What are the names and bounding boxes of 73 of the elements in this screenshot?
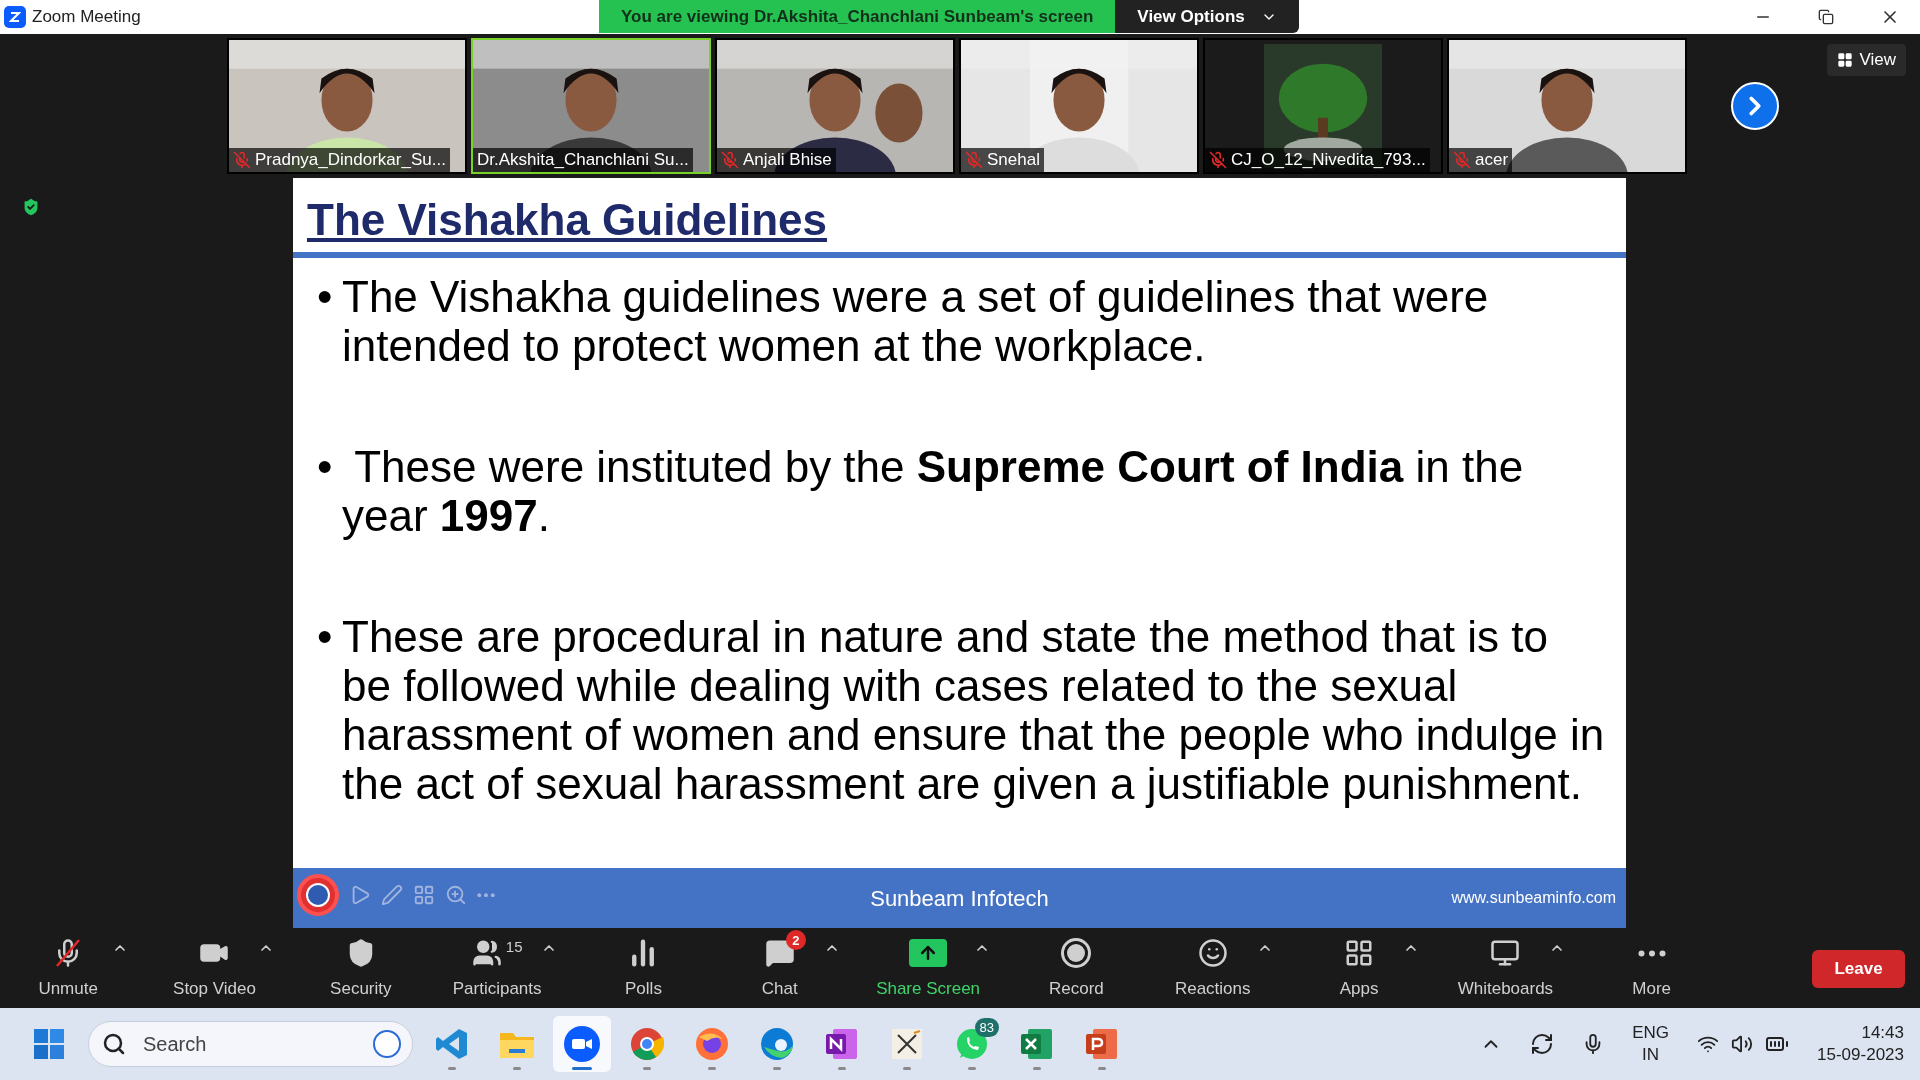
muted-mic-icon bbox=[1453, 151, 1471, 169]
toolbar-button[interactable]: More bbox=[1601, 936, 1702, 1002]
toolbar-button[interactable]: Polls bbox=[593, 936, 694, 1002]
participant-video-tile[interactable]: Snehal bbox=[959, 38, 1199, 174]
whiteboard-icon bbox=[1490, 938, 1521, 969]
more-icon bbox=[477, 892, 495, 898]
restore-icon[interactable] bbox=[1818, 9, 1834, 25]
participant-name: Dr.Akshita_Chanchlani Su... bbox=[477, 149, 689, 172]
record-icon bbox=[1061, 938, 1092, 969]
more-icon bbox=[1637, 949, 1666, 957]
toolbar-button[interactable]: Record bbox=[1026, 936, 1127, 1002]
screen-share-banner: You are viewing Dr.Akshita_Chanchlani Sunbeam's screen bbox=[599, 0, 1116, 33]
notification-badge: 83 bbox=[974, 1018, 999, 1037]
smiley-icon bbox=[1197, 938, 1228, 969]
bullet-marker: • bbox=[317, 612, 334, 663]
notification-badge: 2 bbox=[785, 930, 806, 951]
muted-mic-icon bbox=[1209, 151, 1227, 169]
firefox-app-icon bbox=[695, 1027, 729, 1061]
participant-name: Anjali Bhise bbox=[743, 149, 832, 172]
window-title: Zoom Meeting bbox=[32, 6, 141, 29]
muted-mic-icon bbox=[721, 151, 739, 169]
excel-app-icon bbox=[1020, 1027, 1054, 1061]
toolbar-button[interactable]: Whiteboards bbox=[1455, 936, 1556, 1002]
muted-mic-icon bbox=[233, 151, 251, 169]
next-page-button[interactable] bbox=[1731, 82, 1779, 130]
taskbar-app-button[interactable]: 83 bbox=[943, 1016, 1001, 1072]
clock[interactable]: 14:43 15-09-2023 bbox=[1817, 1022, 1904, 1066]
bullet-marker: • bbox=[317, 272, 334, 323]
toolbar-button[interactable]: Share Screen bbox=[876, 936, 981, 1002]
participant-name: CJ_O_12_Nivedita_793... bbox=[1231, 149, 1426, 172]
sync-icon[interactable] bbox=[1530, 1032, 1555, 1056]
bullet-text: The Vishakha guidelines were a set of guidelines that were intended to protect women at the workplace. bbox=[342, 272, 1490, 370]
bullet-text: These were instituted by the Supreme Court of India in the year 1997. bbox=[342, 442, 1525, 540]
slide-title: The Vishakha Guidelines bbox=[307, 198, 828, 242]
participant-video-tile[interactable]: acer bbox=[1447, 38, 1687, 174]
edge-app-icon bbox=[760, 1027, 794, 1061]
powerpoint-app-icon bbox=[1085, 1027, 1119, 1061]
taskbar-search-field[interactable]: Search bbox=[88, 1021, 413, 1067]
toolbar-button[interactable]: Unmute bbox=[18, 936, 119, 1002]
toolbar-button[interactable]: Apps bbox=[1309, 936, 1410, 1002]
participant-name: Pradnya_Dindorkar_Su... bbox=[255, 149, 446, 172]
participant-video-tile[interactable]: Anjali Bhise bbox=[715, 38, 955, 174]
bullet-marker: • bbox=[317, 442, 334, 493]
chrome-app-icon bbox=[630, 1027, 664, 1061]
footer-url: www.sunbeaminfo.com bbox=[1451, 888, 1616, 908]
search-icon bbox=[102, 1032, 126, 1056]
bullet-text: These are procedural in nature and state the method that is to be followed while dealing with cases related to the sexual harassment of women and ensure that the people who indulge in the act of sexual harassment are given a justifiable punishment. bbox=[342, 612, 1606, 808]
apps-icon bbox=[1344, 938, 1375, 969]
participant-name: Snehal bbox=[987, 149, 1040, 172]
participant-count: 15 bbox=[505, 937, 523, 958]
toolbar-button[interactable]: Security bbox=[310, 936, 411, 1002]
toolbar-button[interactable]: Stop Video bbox=[164, 936, 265, 1002]
taskbar-app-button[interactable] bbox=[553, 1016, 611, 1072]
share-screen-icon bbox=[909, 939, 948, 968]
language-indicator[interactable]: ENG IN bbox=[1632, 1022, 1670, 1066]
volume-icon[interactable] bbox=[1731, 1033, 1754, 1055]
toolbar-button[interactable]: Reactions bbox=[1162, 936, 1263, 1002]
view-button[interactable]: View bbox=[1827, 44, 1906, 76]
onenote-app-icon bbox=[825, 1027, 859, 1061]
windows-start-icon[interactable] bbox=[34, 1029, 64, 1059]
grid-icon bbox=[1837, 52, 1854, 68]
toolbar-button[interactable]: 15 Participants bbox=[447, 936, 548, 1002]
vscode-app-icon bbox=[435, 1027, 469, 1061]
zoom-app-icon bbox=[564, 1026, 600, 1062]
participant-name: acer bbox=[1475, 149, 1509, 172]
view-options-button[interactable]: View Options bbox=[1115, 0, 1300, 33]
participant-video-tile[interactable]: Pradnya_Dindorkar_Su... bbox=[227, 38, 467, 174]
leave-button[interactable]: Leave bbox=[1812, 950, 1905, 988]
zoom-logo-icon bbox=[4, 6, 26, 28]
participant-video-tile[interactable]: Dr.Akshita_Chanchlani Su... bbox=[471, 38, 711, 174]
muted-mic-icon bbox=[965, 151, 983, 169]
footer-company: Sunbeam Infotech bbox=[870, 884, 1049, 913]
participant-video-tile[interactable]: CJ_O_12_Nivedita_793... bbox=[1203, 38, 1443, 174]
